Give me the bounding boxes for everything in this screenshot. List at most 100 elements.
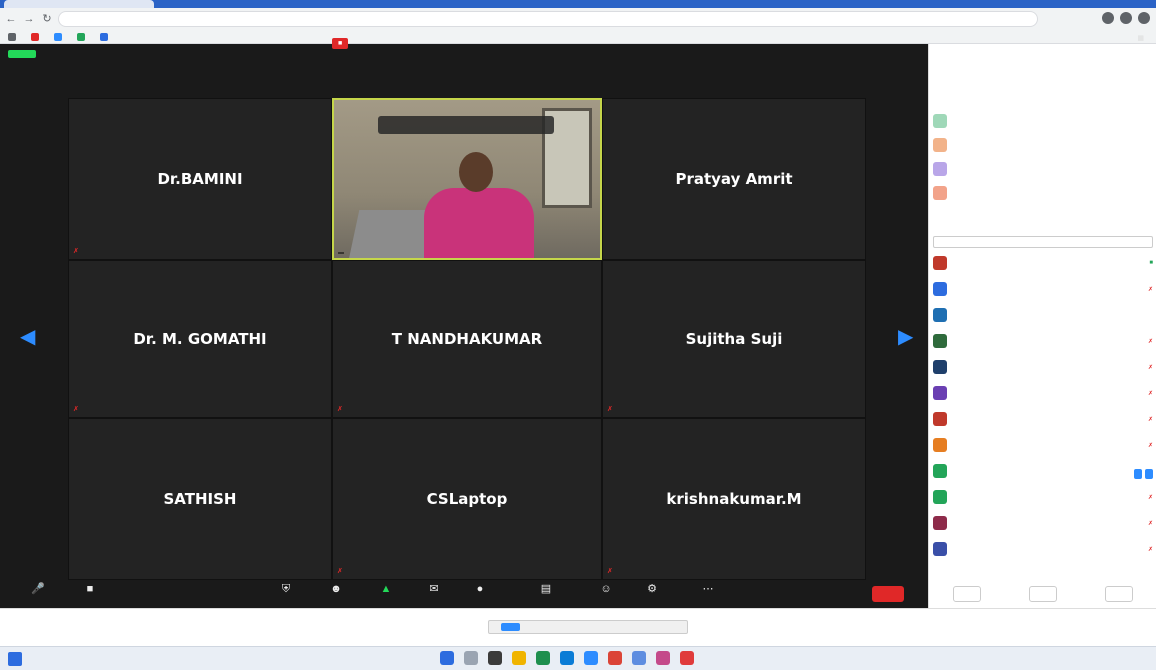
record-button[interactable]: ● xyxy=(460,582,500,596)
mute-all-button[interactable] xyxy=(1029,586,1057,602)
bookmark-item[interactable] xyxy=(77,32,88,41)
browser-address-bar: ← → ↻ xyxy=(0,8,1156,30)
reload-icon[interactable]: ↻ xyxy=(40,12,54,26)
encryption-shield-icon[interactable] xyxy=(8,50,36,58)
participant-tile[interactable]: krishnakumar.M ✗ xyxy=(602,418,866,580)
participant-action-button[interactable] xyxy=(1134,469,1142,479)
participant-tile-name: SATHISH xyxy=(163,490,237,508)
participant-row[interactable]: ✗ xyxy=(933,332,1153,350)
next-page-icon[interactable]: ▶ xyxy=(898,320,913,354)
participants-button[interactable]: ☻ xyxy=(316,582,356,596)
app-icon[interactable] xyxy=(656,651,670,665)
waiting-participant[interactable] xyxy=(933,160,1153,178)
extension-icons xyxy=(1102,12,1150,24)
leave-meeting-button[interactable] xyxy=(872,586,904,602)
participant-tile-name: Dr. M. GOMATHI xyxy=(133,330,267,348)
previous-page-icon[interactable]: ◀ xyxy=(20,320,35,354)
participant-tile[interactable]: CSLaptop ✗ xyxy=(332,418,602,580)
avatar xyxy=(933,386,947,400)
downloads-bar xyxy=(0,608,1156,646)
participant-tile[interactable]: SATHISH xyxy=(68,418,332,580)
bookmark-item[interactable] xyxy=(8,32,19,41)
extension-icon[interactable] xyxy=(1120,12,1132,24)
more-icon: ⋯ xyxy=(702,583,714,595)
back-icon[interactable]: ← xyxy=(4,12,18,26)
participant-tile[interactable]: Pratyay Amrit xyxy=(602,98,866,260)
participant-row[interactable]: ✗ xyxy=(933,436,1153,454)
participant-row[interactable]: ✗ xyxy=(933,358,1153,376)
task-view-icon[interactable] xyxy=(488,651,502,665)
profile-icon[interactable] xyxy=(1138,12,1150,24)
participant-tile[interactable]: Dr. M. GOMATHI ✗ xyxy=(68,260,332,418)
participant-tile-label: ✗ xyxy=(73,405,79,413)
mute-button[interactable]: 🎤 xyxy=(18,582,58,596)
participant-row[interactable] xyxy=(933,462,1153,480)
waiting-participant[interactable] xyxy=(933,112,1153,130)
bookmark-item[interactable] xyxy=(54,32,65,41)
chat-button[interactable]: ✉ xyxy=(414,582,454,596)
participant-row[interactable]: ✗ xyxy=(933,384,1153,402)
security-button[interactable]: ⛨ xyxy=(266,582,306,596)
participant-tile-name: Pratyay Amrit xyxy=(675,170,793,188)
edge-icon[interactable] xyxy=(560,651,574,665)
settings-button[interactable]: ⚙ xyxy=(632,582,672,596)
waiting-participant[interactable] xyxy=(933,184,1153,202)
browser-tab-active[interactable] xyxy=(4,0,154,8)
waiting-participant[interactable] xyxy=(933,136,1153,154)
participants-panel: ■ ✗ ✗ ✗ ✗ ✗ ✗ ✗ ✗ ✗ xyxy=(928,44,1156,608)
invite-button[interactable] xyxy=(953,586,981,602)
participant-tile-label: ✗ xyxy=(337,567,343,575)
mic-muted-icon: ✗ xyxy=(337,406,343,413)
video-tile-active-speaker[interactable] xyxy=(332,98,602,260)
app-icon[interactable] xyxy=(680,651,694,665)
forward-icon[interactable]: → xyxy=(22,12,36,26)
stop-share-button[interactable]: ■ xyxy=(332,37,349,49)
windows-icon[interactable] xyxy=(440,651,454,665)
stop-sharing-button[interactable] xyxy=(501,623,520,631)
share-screen-button[interactable]: ▲ xyxy=(366,582,406,596)
bookmark-item[interactable] xyxy=(100,32,111,41)
more-options-button[interactable] xyxy=(1105,586,1133,602)
participant-row[interactable]: ✗ xyxy=(933,514,1153,532)
participant-row[interactable]: ■ xyxy=(933,254,1153,272)
participant-tile[interactable]: T NANDHAKUMAR ✗ xyxy=(332,260,602,418)
url-input[interactable] xyxy=(58,11,1038,27)
participant-more-button[interactable] xyxy=(1145,469,1153,479)
status-icons: ✗ xyxy=(1147,286,1153,293)
video-person-head xyxy=(459,152,493,192)
avatar xyxy=(933,412,947,426)
bookmark-item[interactable] xyxy=(31,32,42,41)
search-icon[interactable] xyxy=(464,651,478,665)
reactions-button[interactable]: ☺ xyxy=(586,582,626,596)
view-button[interactable]: ▦ xyxy=(1137,34,1144,42)
participant-search-input[interactable] xyxy=(933,236,1153,248)
status-icons: ■ xyxy=(1149,260,1153,266)
microphone-icon: 🎤 xyxy=(31,583,45,595)
start-icon[interactable] xyxy=(8,652,22,666)
status-icons: ✗ xyxy=(1147,442,1153,449)
status-icons: ✗ xyxy=(1147,338,1153,345)
live-transcript-button[interactable]: ▤ xyxy=(526,582,566,596)
avatar xyxy=(933,256,947,270)
avatar xyxy=(933,186,947,200)
file-explorer-icon[interactable] xyxy=(512,651,526,665)
store-icon[interactable] xyxy=(536,651,550,665)
participant-tile[interactable]: Dr.BAMINI ✗ xyxy=(68,98,332,260)
zoom-app-icon[interactable] xyxy=(584,651,598,665)
avatar xyxy=(933,114,947,128)
more-button[interactable]: ⋯ xyxy=(688,582,728,596)
mic-muted-icon: ✗ xyxy=(337,568,343,575)
participant-row[interactable]: ✗ xyxy=(933,540,1153,558)
participant-row[interactable]: ✗ xyxy=(933,280,1153,298)
participant-row[interactable] xyxy=(933,306,1153,324)
video-button[interactable]: ■ xyxy=(70,582,110,596)
participant-row[interactable]: ✗ xyxy=(933,488,1153,506)
avatar xyxy=(933,490,947,504)
browser-tab-strip xyxy=(0,0,1156,8)
participant-tile[interactable]: Sujitha Suji ✗ xyxy=(602,260,866,418)
chrome-icon[interactable] xyxy=(608,651,622,665)
participant-row[interactable]: ✗ xyxy=(933,410,1153,428)
avatar xyxy=(933,308,947,322)
app-icon[interactable] xyxy=(632,651,646,665)
extension-icon[interactable] xyxy=(1102,12,1114,24)
